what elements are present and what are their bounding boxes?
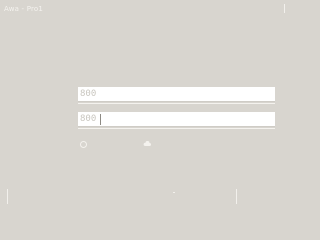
text-caret xyxy=(100,114,101,125)
value-input-2[interactable]: 800 xyxy=(78,112,275,127)
value-input-1-underline xyxy=(78,103,275,104)
radio-icon[interactable] xyxy=(80,141,87,148)
bottom-left-divider xyxy=(7,189,8,204)
value-input-2-text: 800 xyxy=(80,114,97,124)
value-input-2-underline xyxy=(78,128,275,129)
window-title: Awa - Pro1 xyxy=(4,5,44,13)
value-input-1[interactable]: 800 xyxy=(78,87,275,102)
bottom-right-divider xyxy=(236,189,237,204)
cloud-icon[interactable] xyxy=(143,141,151,147)
bottom-marker xyxy=(173,192,175,193)
value-input-1-text: 800 xyxy=(80,89,97,99)
window-edge-marker xyxy=(284,4,285,13)
